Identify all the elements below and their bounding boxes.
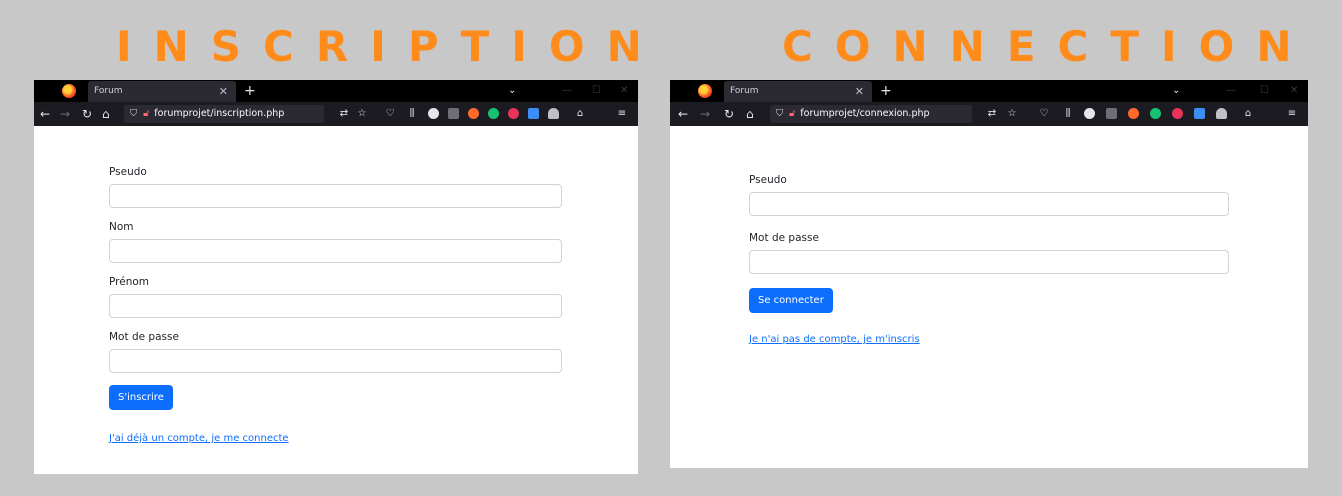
- close-window-icon[interactable]: ✕: [1290, 80, 1298, 102]
- navigation-toolbar: ← → ↻ ⌂ ⛉ 🔓︎ forumprojet/inscription.php ⇄…: [34, 102, 638, 126]
- extensions-puzzle-icon[interactable]: ⌂: [1242, 108, 1254, 120]
- bookmark-star-icon[interactable]: ☆: [1006, 108, 1018, 120]
- back-icon[interactable]: ←: [40, 102, 50, 126]
- bookmark-star-icon[interactable]: ☆: [356, 108, 368, 120]
- tab-forum[interactable]: Forum ✕: [88, 81, 236, 102]
- maximize-icon[interactable]: ☐: [1260, 80, 1269, 102]
- translate-icon[interactable]: ⇄: [986, 108, 998, 120]
- mot-de-passe-label: Mot de passe: [749, 232, 819, 244]
- nom-input[interactable]: [109, 239, 562, 263]
- maximize-icon[interactable]: ☐: [592, 80, 601, 102]
- nom-label: Nom: [109, 221, 134, 233]
- translate-icon[interactable]: ⇄: [338, 108, 350, 120]
- new-tab-icon[interactable]: +: [244, 80, 256, 102]
- shield-icon[interactable]: ⛉: [776, 108, 783, 119]
- mot-de-passe-label: Mot de passe: [109, 331, 179, 343]
- firefox-logo-icon: [62, 84, 76, 98]
- tab-forum[interactable]: Forum ✕: [724, 81, 872, 102]
- extensions-puzzle-icon[interactable]: ⌂: [574, 108, 586, 120]
- library-icon[interactable]: ⫼: [1062, 108, 1074, 120]
- extension-a-icon[interactable]: [428, 108, 439, 119]
- shield-icon[interactable]: ⛉: [130, 108, 137, 119]
- tab-list-icon[interactable]: ⌄: [1172, 80, 1180, 102]
- extension-orange-icon[interactable]: [1128, 108, 1139, 119]
- home-icon[interactable]: ⌂: [102, 102, 110, 126]
- minimize-icon[interactable]: —: [1226, 80, 1236, 102]
- navigation-toolbar: ← → ↻ ⌂ ⛉ 🔓︎ forumprojet/connexion.php ⇄ ☆…: [670, 102, 1308, 126]
- pseudo-input[interactable]: [109, 184, 562, 208]
- tab-bar: Forum ✕ + ⌄ — ☐ ✕: [34, 80, 638, 102]
- register-link[interactable]: Je n'ai pas de compte, je m'inscris: [749, 334, 920, 345]
- extension-profile-icon[interactable]: [548, 108, 559, 119]
- tab-close-icon[interactable]: ✕: [219, 81, 228, 102]
- extension-grammarly-icon[interactable]: [488, 108, 499, 119]
- tab-list-icon[interactable]: ⌄: [508, 80, 516, 102]
- extension-a-icon[interactable]: [1084, 108, 1095, 119]
- pseudo-input[interactable]: [749, 192, 1229, 216]
- browser-window-inscription: Forum ✕ + ⌄ — ☐ ✕ ← → ↻ ⌂ ⛉ 🔓︎ forumprojet…: [34, 80, 638, 474]
- mot-de-passe-input[interactable]: [109, 349, 562, 373]
- url-bar[interactable]: ⛉ 🔓︎ forumprojet/inscription.php: [124, 105, 324, 123]
- mot-de-passe-input[interactable]: [749, 250, 1229, 274]
- reload-icon[interactable]: ↻: [724, 102, 734, 126]
- pocket-icon[interactable]: ♡: [384, 108, 396, 120]
- app-menu-icon[interactable]: ≡: [616, 108, 628, 120]
- url-text: forumprojet/inscription.php: [154, 108, 285, 119]
- close-window-icon[interactable]: ✕: [620, 80, 628, 102]
- tab-title: Forum: [730, 86, 759, 96]
- reload-icon[interactable]: ↻: [82, 102, 92, 126]
- extension-red-icon[interactable]: [508, 108, 519, 119]
- url-bar[interactable]: ⛉ 🔓︎ forumprojet/connexion.php: [770, 105, 972, 123]
- url-text: forumprojet/connexion.php: [800, 108, 930, 119]
- forward-icon[interactable]: →: [60, 102, 70, 126]
- login-link[interactable]: J'ai déjà un compte, je me connecte: [109, 433, 289, 444]
- home-icon[interactable]: ⌂: [746, 102, 754, 126]
- extension-blue-icon[interactable]: [528, 108, 539, 119]
- new-tab-icon[interactable]: +: [880, 80, 892, 102]
- tab-close-icon[interactable]: ✕: [855, 81, 864, 102]
- extension-red-icon[interactable]: [1172, 108, 1183, 119]
- minimize-icon[interactable]: —: [562, 80, 572, 102]
- tab-title: Forum: [94, 86, 123, 96]
- extension-code-icon[interactable]: [448, 108, 459, 119]
- forward-icon[interactable]: →: [700, 102, 710, 126]
- browser-window-connexion: Forum ✕ + ⌄ — ☐ ✕ ← → ↻ ⌂ ⛉ 🔓︎ forumprojet…: [670, 80, 1308, 468]
- lock-icon[interactable]: 🔓︎: [143, 108, 149, 119]
- prenom-input[interactable]: [109, 294, 562, 318]
- extension-blue-icon[interactable]: [1194, 108, 1205, 119]
- pseudo-label: Pseudo: [749, 174, 787, 186]
- banner-inscription: INSCRIPTION: [116, 22, 664, 71]
- prenom-label: Prénom: [109, 276, 150, 288]
- back-icon[interactable]: ←: [678, 102, 688, 126]
- extension-grammarly-icon[interactable]: [1150, 108, 1161, 119]
- app-menu-icon[interactable]: ≡: [1286, 108, 1298, 120]
- extension-code-icon[interactable]: [1106, 108, 1117, 119]
- pocket-icon[interactable]: ♡: [1038, 108, 1050, 120]
- firefox-logo-icon: [698, 84, 712, 98]
- lock-icon[interactable]: 🔓︎: [789, 108, 795, 119]
- pseudo-label: Pseudo: [109, 166, 147, 178]
- extension-orange-icon[interactable]: [468, 108, 479, 119]
- se-connecter-button[interactable]: Se connecter: [749, 288, 833, 313]
- sinscrire-button[interactable]: S'inscrire: [109, 385, 173, 410]
- banner-connection: CONNECTION: [782, 22, 1314, 71]
- extension-profile-icon[interactable]: [1216, 108, 1227, 119]
- library-icon[interactable]: ⫼: [406, 108, 418, 120]
- tab-bar: Forum ✕ + ⌄ — ☐ ✕: [670, 80, 1308, 102]
